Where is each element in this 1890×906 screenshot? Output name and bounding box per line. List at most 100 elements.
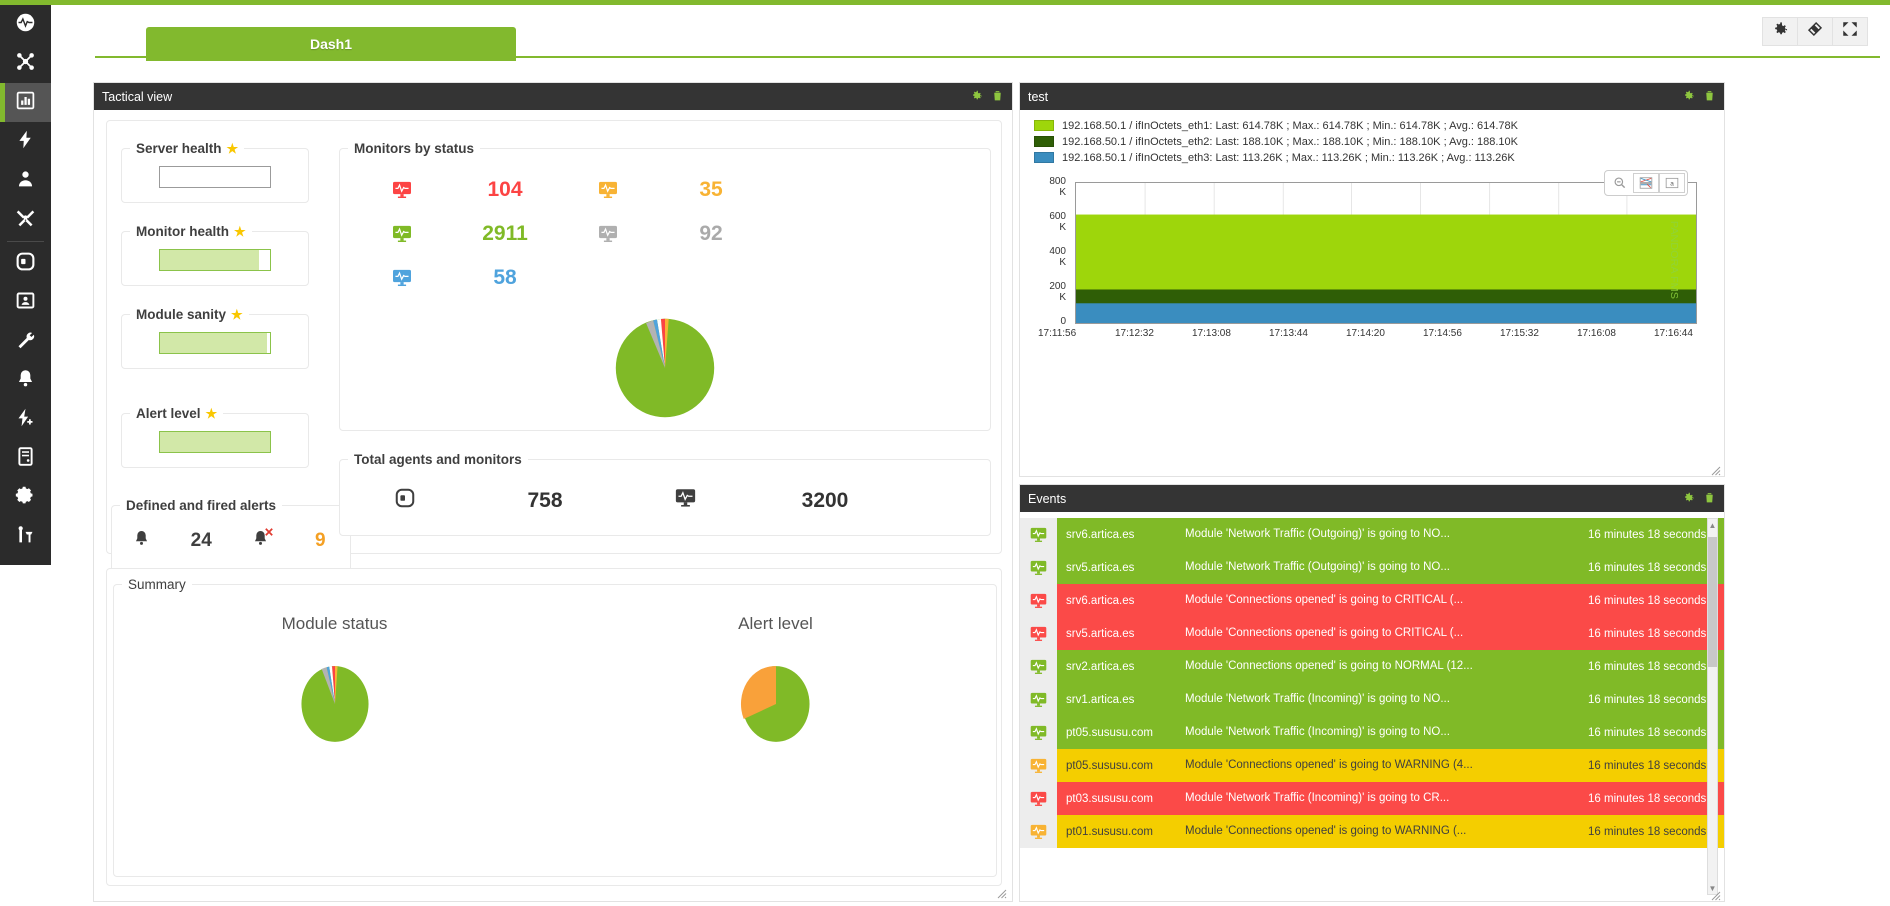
module-critical-icon [1020,584,1057,617]
trash-icon[interactable] [1703,89,1716,105]
sidebar-item-setup[interactable] [0,478,51,517]
stacked-area-chart: PANDORA FMS [1075,182,1697,324]
monitor-notinit-icon [392,269,412,287]
event-row[interactable]: srv5.artica.esModule 'Network Traffic (O… [1020,551,1724,584]
graph-legend-row: 192.168.50.1 / ifInOctets_eth1: Last: 61… [1034,118,1714,133]
bell-fired-icon [251,529,270,553]
gear-icon[interactable] [1682,89,1695,105]
fullscreen-button[interactable] [1832,17,1868,46]
monitors-status-pie [603,308,727,433]
legend-text: 192.168.50.1 / ifInOctets_eth3: Last: 11… [1062,152,1515,164]
graph-panel-title: test [1028,90,1682,104]
tools-icon [15,207,36,233]
monitoring-icon [15,12,36,38]
tactical-resize-grip[interactable] [997,886,1007,896]
toggle-series-icon[interactable] [1633,173,1659,193]
resources-icon [15,290,36,316]
sidebar-item-tools[interactable] [0,200,51,239]
graph-legend-row: 192.168.50.1 / ifInOctets_eth3: Last: 11… [1034,150,1714,165]
summary-chart-module-status: Module status [114,614,555,752]
scroll-up-arrow[interactable]: ▲ [1708,519,1717,531]
sidebar-item-configuration[interactable] [0,322,51,361]
event-row[interactable]: srv5.artica.esModule 'Connections opened… [1020,617,1724,650]
setup-icon [15,485,36,511]
event-description: Module 'Connections opened' is going to … [1185,650,1584,683]
sidebar-item-monitoring[interactable] [0,5,51,44]
fullscreen-icon [1841,20,1859,43]
sidebar-item-discovery[interactable] [0,244,51,283]
sidebar-item-events[interactable] [0,122,51,161]
sidebar-item-alerts[interactable] [0,361,51,400]
graph-panel-header: test [1020,83,1724,110]
event-agent: srv6.artica.es [1057,518,1185,551]
trash-icon[interactable] [1703,491,1716,507]
event-agent: srv5.artica.es [1057,617,1185,650]
sidebar-item-events-create[interactable] [0,400,51,439]
event-time: 16 minutes 18 seconds [1584,815,1724,848]
event-row[interactable]: pt03.sususu.comModule 'Network Traffic (… [1020,782,1724,815]
y-axis-tick: 600K [1040,211,1066,233]
event-row[interactable]: srv2.artica.esModule 'Connections opened… [1020,650,1724,683]
zoom-out-icon[interactable] [1607,173,1633,193]
gear-icon[interactable] [1682,491,1695,507]
events-resize-grip[interactable] [1711,888,1721,898]
sidebar-item-user[interactable] [0,161,51,200]
module-normal-icon [1020,716,1057,749]
settings-button[interactable] [1762,17,1798,46]
tactical-panel-title: Tactical view [102,90,970,104]
scrollbar-thumb[interactable] [1708,537,1717,667]
topology-icon [15,51,36,77]
star-icon: ★ [231,308,243,321]
event-row[interactable]: pt05.sususu.comModule 'Network Traffic (… [1020,716,1724,749]
event-agent: srv1.artica.es [1057,683,1185,716]
event-agent: srv2.artica.es [1057,650,1185,683]
star-icon: ★ [234,225,246,238]
reporting-icon [15,90,36,116]
tactical-panel-body: Server health★ Monitor health★ Module sa… [94,110,1012,901]
summary-chart-title: Module status [282,614,388,634]
graph-legend-row: 192.168.50.1 / ifInOctets_eth2: Last: 18… [1034,134,1714,149]
event-row[interactable]: srv1.artica.esModule 'Network Traffic (I… [1020,683,1724,716]
summary-card: Summary Module status [106,568,1002,886]
svg-text:a: a [1670,180,1674,187]
star-icon: ★ [227,142,239,155]
sidebar-item-reporting[interactable] [0,83,51,122]
module-warning-icon [1020,815,1057,848]
event-time: 16 minutes 18 seconds [1584,551,1724,584]
events-icon [15,129,36,155]
toggle-labels-icon[interactable]: a [1659,173,1685,193]
theme-button[interactable] [1797,17,1833,46]
sidebar-item-resources[interactable] [0,283,51,322]
sidebar-item-topology[interactable] [0,44,51,83]
servers-icon [15,446,36,472]
total-agents-monitors: Total agents and monitors 758 3200 [339,452,991,536]
event-row[interactable]: pt01.sususu.comModule 'Connections opene… [1020,815,1724,848]
events-scrollbar[interactable]: ▲ ▼ [1707,518,1718,895]
sidebar-item-admin-tools[interactable] [0,517,51,556]
x-axis-tick: 17:13:44 [1269,328,1308,339]
event-agent: pt01.sususu.com [1057,815,1185,848]
event-row[interactable]: pt05.sususu.comModule 'Connections opene… [1020,749,1724,782]
legend-text: 192.168.50.1 / ifInOctets_eth2: Last: 18… [1062,136,1518,148]
trash-icon[interactable] [991,89,1004,105]
graph-resize-grip[interactable] [1711,463,1721,473]
gauge-bar-server-health [159,166,271,188]
alert-level-pie [733,656,819,752]
chart-toolbar: a [1604,170,1688,196]
x-axis-tick: 17:14:56 [1423,328,1462,339]
y-axis-tick: 400K [1040,246,1066,268]
module-normal-icon [1020,518,1057,551]
y-axis-tick: 0 [1040,316,1066,327]
event-description: Module 'Connections opened' is going to … [1185,815,1584,848]
event-description: Module 'Network Traffic (Incoming)' is g… [1185,716,1584,749]
gear-icon[interactable] [970,89,983,105]
event-agent: srv5.artica.es [1057,551,1185,584]
events-list[interactable]: srv6.artica.esModule 'Network Traffic (O… [1020,518,1724,901]
event-description: Module 'Connections opened' is going to … [1185,749,1584,782]
header: Dash1 [51,5,1890,55]
events-panel-title: Events [1028,492,1682,506]
sidebar-item-servers[interactable] [0,439,51,478]
event-row[interactable]: srv6.artica.esModule 'Connections opened… [1020,584,1724,617]
gauge-bar-module-sanity [159,332,271,354]
event-row[interactable]: srv6.artica.esModule 'Network Traffic (O… [1020,518,1724,551]
